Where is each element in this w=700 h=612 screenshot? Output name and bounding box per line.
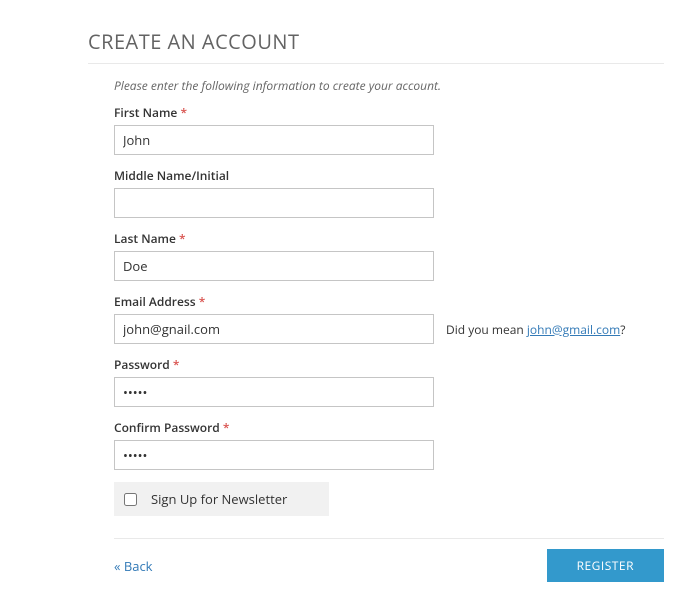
newsletter-checkbox[interactable] <box>124 493 137 506</box>
required-marker: * <box>179 230 186 247</box>
confirm-password-row: Confirm Password * <box>114 419 664 470</box>
confirm-password-input[interactable] <box>114 440 434 470</box>
middle-name-input[interactable] <box>114 188 434 218</box>
email-suggestion: Did you mean john@gmail.com? <box>446 321 625 338</box>
last-name-input[interactable] <box>114 251 434 281</box>
password-input[interactable] <box>114 377 434 407</box>
password-row: Password * <box>114 356 664 407</box>
create-account-form: First Name * Middle Name/Initial Last Na… <box>114 104 664 582</box>
first-name-row: First Name * <box>114 104 664 155</box>
newsletter-label: Sign Up for Newsletter <box>151 490 287 508</box>
newsletter-row[interactable]: Sign Up for Newsletter <box>114 482 329 516</box>
email-row: Email Address * Did you mean john@gmail.… <box>114 293 664 344</box>
first-name-label: First Name * <box>114 104 664 121</box>
required-marker: * <box>180 104 187 121</box>
middle-name-row: Middle Name/Initial <box>114 167 664 218</box>
back-link[interactable]: « Back <box>114 557 153 575</box>
email-suggestion-link[interactable]: john@gmail.com <box>527 321 620 338</box>
register-button[interactable]: REGISTER <box>547 549 664 582</box>
page-title: CREATE AN ACCOUNT <box>88 28 664 64</box>
required-marker: * <box>173 356 180 373</box>
confirm-password-label: Confirm Password * <box>114 419 664 436</box>
form-actions: « Back REGISTER <box>114 538 664 582</box>
required-marker: * <box>223 419 230 436</box>
middle-name-label: Middle Name/Initial <box>114 167 664 184</box>
password-label: Password * <box>114 356 664 373</box>
last-name-row: Last Name * <box>114 230 664 281</box>
email-input[interactable] <box>114 314 434 344</box>
email-label: Email Address * <box>114 293 664 310</box>
instructions-text: Please enter the following information t… <box>114 77 664 94</box>
first-name-input[interactable] <box>114 125 434 155</box>
required-marker: * <box>199 293 206 310</box>
last-name-label: Last Name * <box>114 230 664 247</box>
